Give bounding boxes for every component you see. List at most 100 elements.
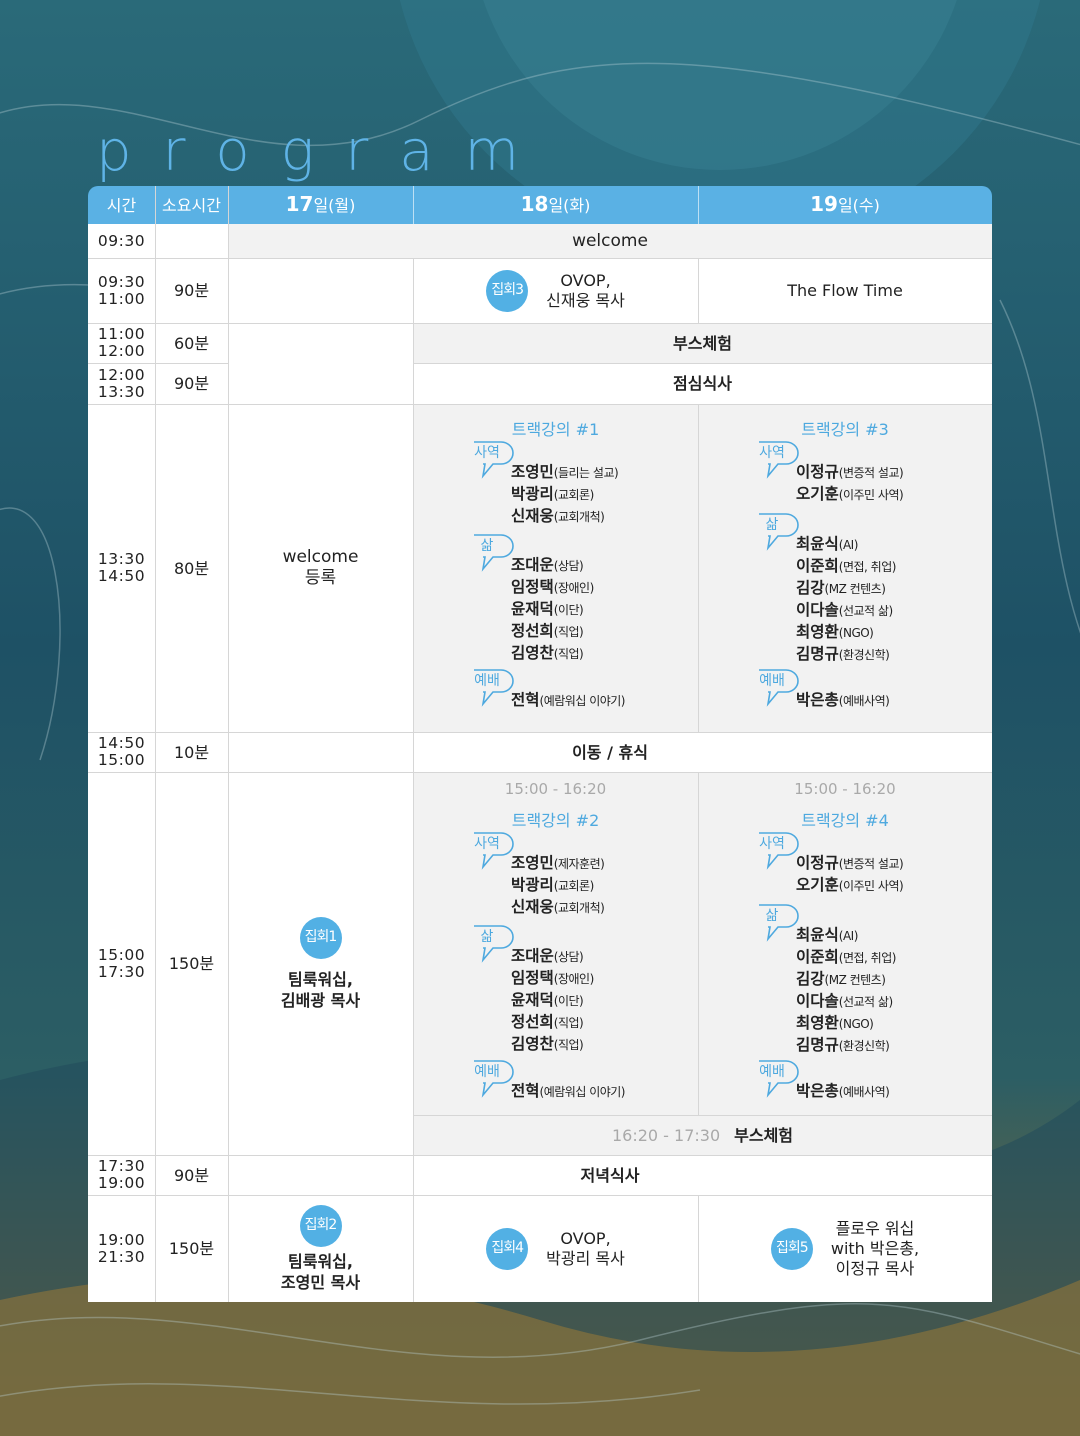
speaker-topic: (직업) <box>553 647 584 661</box>
day-18-rest: 일(화) <box>548 196 591 215</box>
speaker-name: 조대운 <box>511 947 554 965</box>
session-3: 집회3 OVOP, 신재웅 목사 <box>413 258 698 323</box>
speaker: 박은총(예배사역) <box>796 690 890 712</box>
speaker-name: 신재웅 <box>511 898 554 916</box>
speaker-name: 최윤식 <box>796 535 839 553</box>
speaker-topic: (장애인) <box>553 972 594 986</box>
duration-label: 90분 <box>173 1165 210 1185</box>
session-4-content: 집회4 OVOP, 박광리 목사 <box>486 1227 625 1270</box>
speaker-name: 김영찬 <box>511 644 554 662</box>
speaker-topic: (면접, 취업) <box>838 560 897 574</box>
speaker: 김강(MZ 컨텐츠) <box>796 969 896 991</box>
time-cell: 17:30 19:00 <box>88 1155 155 1195</box>
speaker-topic: (예배사역) <box>838 1085 890 1099</box>
speaker-topic: (직업) <box>553 1016 584 1030</box>
speaker-topic: (NGO) <box>838 1017 874 1031</box>
tag-label: 삶 <box>765 517 779 533</box>
duration-label: 90분 <box>173 281 210 300</box>
time-end: 19:00 <box>97 1174 146 1192</box>
grid-line <box>698 186 699 224</box>
time-start: 15:00 <box>97 945 146 964</box>
speaker-list: 최윤식(AI) 이준희(면접, 취업) 김강(MZ 컨텐츠) 이다솔(선교적 삶) 최영… <box>796 925 896 1057</box>
time-cell: 11:00 12:00 <box>88 323 155 363</box>
flow-time-label: The Flow Time <box>787 281 903 300</box>
time-start: 17:30 <box>97 1157 146 1175</box>
speaker-topic: (환경신학) <box>838 648 890 662</box>
tag-label: 예배 <box>759 673 785 689</box>
booth-afternoon-time: 16:20 - 17:30 <box>611 1125 721 1145</box>
dinner-row: 저녁식사 <box>228 1155 992 1195</box>
speaker-topic: (이주민 사역) <box>838 488 904 502</box>
speaker-name: 윤재덕 <box>511 991 554 1009</box>
speaker-name: 박은총 <box>796 1082 839 1100</box>
session-3-line1: OVOP, <box>560 270 611 290</box>
header-day-19: 19일(수) <box>698 186 992 224</box>
speaker: 전혁(예람워십 이야기) <box>511 690 626 712</box>
speaker-name: 김명규 <box>796 1036 839 1054</box>
speaker-name: 이정규 <box>796 854 839 872</box>
speaker-name: 김강 <box>796 970 825 988</box>
session-4-line2: 박광리 목사 <box>546 1248 625 1268</box>
session-2-badge: 집회2 <box>299 1204 342 1247</box>
grid-line <box>698 404 699 732</box>
speaker-topic: (MZ 컨텐츠) <box>824 582 886 596</box>
speaker-name: 조영민 <box>511 463 554 481</box>
duration-label: 90분 <box>173 374 210 393</box>
duration-label: 80분 <box>173 558 210 578</box>
speaker-list: 조대운(상담) 임정택(장애인) 윤재덕(이단) 정선희(직업) 김영찬(직업) <box>511 555 594 665</box>
speaker: 윤재덕(이단) <box>511 599 594 621</box>
speaker-topic: (선교적 삶) <box>838 604 893 618</box>
track-title: 트랙강의 #2 <box>511 811 600 830</box>
session-5-line1: 플로우 워십 <box>835 1218 915 1238</box>
header-day-19-label: 19일(수) <box>810 194 880 216</box>
session-5: 집회5 플로우 워십 with 박은총, 이정규 목사 <box>698 1195 992 1302</box>
speaker-topic: (장애인) <box>553 581 594 595</box>
speaker-topic: (교회론) <box>553 879 594 893</box>
speaker: 신재웅(교회개척) <box>511 897 605 919</box>
time-end: 15:00 <box>97 751 146 769</box>
speaker: 조대운(상담) <box>511 946 594 968</box>
speaker: 최윤식(AI) <box>796 534 896 556</box>
session-1-line2: 김배광 목사 <box>280 990 361 1010</box>
grid-line <box>88 258 992 259</box>
session-1-line1: 팀룩워십, <box>288 969 353 989</box>
duration-cell: 60분 <box>155 323 228 363</box>
speaker: 신재웅(교회개척) <box>511 506 618 528</box>
welcome-row: welcome <box>228 224 992 258</box>
speaker-name: 신재웅 <box>511 507 554 525</box>
time-start: 13:30 <box>97 550 146 568</box>
speaker-name: 이정규 <box>796 463 839 481</box>
speaker-topic: (AI) <box>838 538 859 552</box>
speaker: 정선희(직업) <box>511 621 594 643</box>
speaker-topic: (예람워십 이야기) <box>539 694 626 708</box>
speaker-list: 최윤식(AI) 이준희(면접, 취업) 김강(MZ 컨텐츠) 이다솔(선교적 삶) 최영… <box>796 534 896 666</box>
speaker-name: 박광리 <box>511 485 554 503</box>
speaker-name: 전혁 <box>511 1082 540 1100</box>
grid-line <box>413 186 414 224</box>
break-row: 이동 / 휴식 <box>228 732 992 772</box>
speaker-name: 최영환 <box>796 1014 839 1032</box>
duration-label: 150분 <box>168 954 215 973</box>
speaker-topic: (예람워십 이야기) <box>539 1085 626 1099</box>
duration-label: 10분 <box>173 742 210 762</box>
duration-cell: 90분 <box>155 363 228 404</box>
time-start: 14:50 <box>97 734 146 752</box>
speaker: 이다솔(선교적 삶) <box>796 600 896 622</box>
grid-line <box>88 363 228 364</box>
header-duration: 소요시간 <box>155 186 228 224</box>
duration-cell: 150분 <box>155 772 228 1155</box>
track-time: 15:00 - 16:20 <box>504 780 607 798</box>
speaker-name: 김강 <box>796 579 825 597</box>
speaker-topic: (예배사역) <box>838 694 890 708</box>
tag-label: 삶 <box>480 538 494 554</box>
speaker-topic: (MZ 컨텐츠) <box>824 973 886 987</box>
speaker-name: 임정택 <box>511 578 554 596</box>
lunch-row: 점심식사 <box>413 363 992 404</box>
speaker: 오기훈(이주민 사역) <box>796 875 904 897</box>
track-3: 트랙강의 #3 사역 이정규(변증적 설교) 오기훈(이주민 사역) 삶 최윤식(AI) 이… <box>698 404 992 732</box>
day-19-rest: 일(수) <box>837 196 880 215</box>
speaker-name: 이준희 <box>796 557 839 575</box>
time-cell: 19:00 21:30 <box>88 1195 155 1302</box>
track-title: 트랙강의 #3 <box>801 420 889 439</box>
booth-row: 부스체험 <box>413 323 992 363</box>
